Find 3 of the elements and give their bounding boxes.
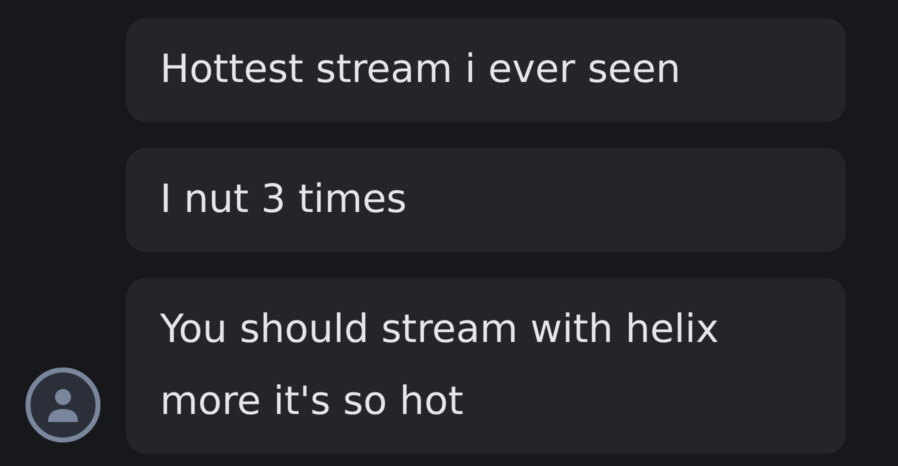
message-bubble: You should stream with helix more it's so hot (126, 278, 846, 454)
message-bubble: I nut 3 times (126, 148, 846, 252)
message-bubble: Hottest stream i ever seen (126, 18, 846, 122)
